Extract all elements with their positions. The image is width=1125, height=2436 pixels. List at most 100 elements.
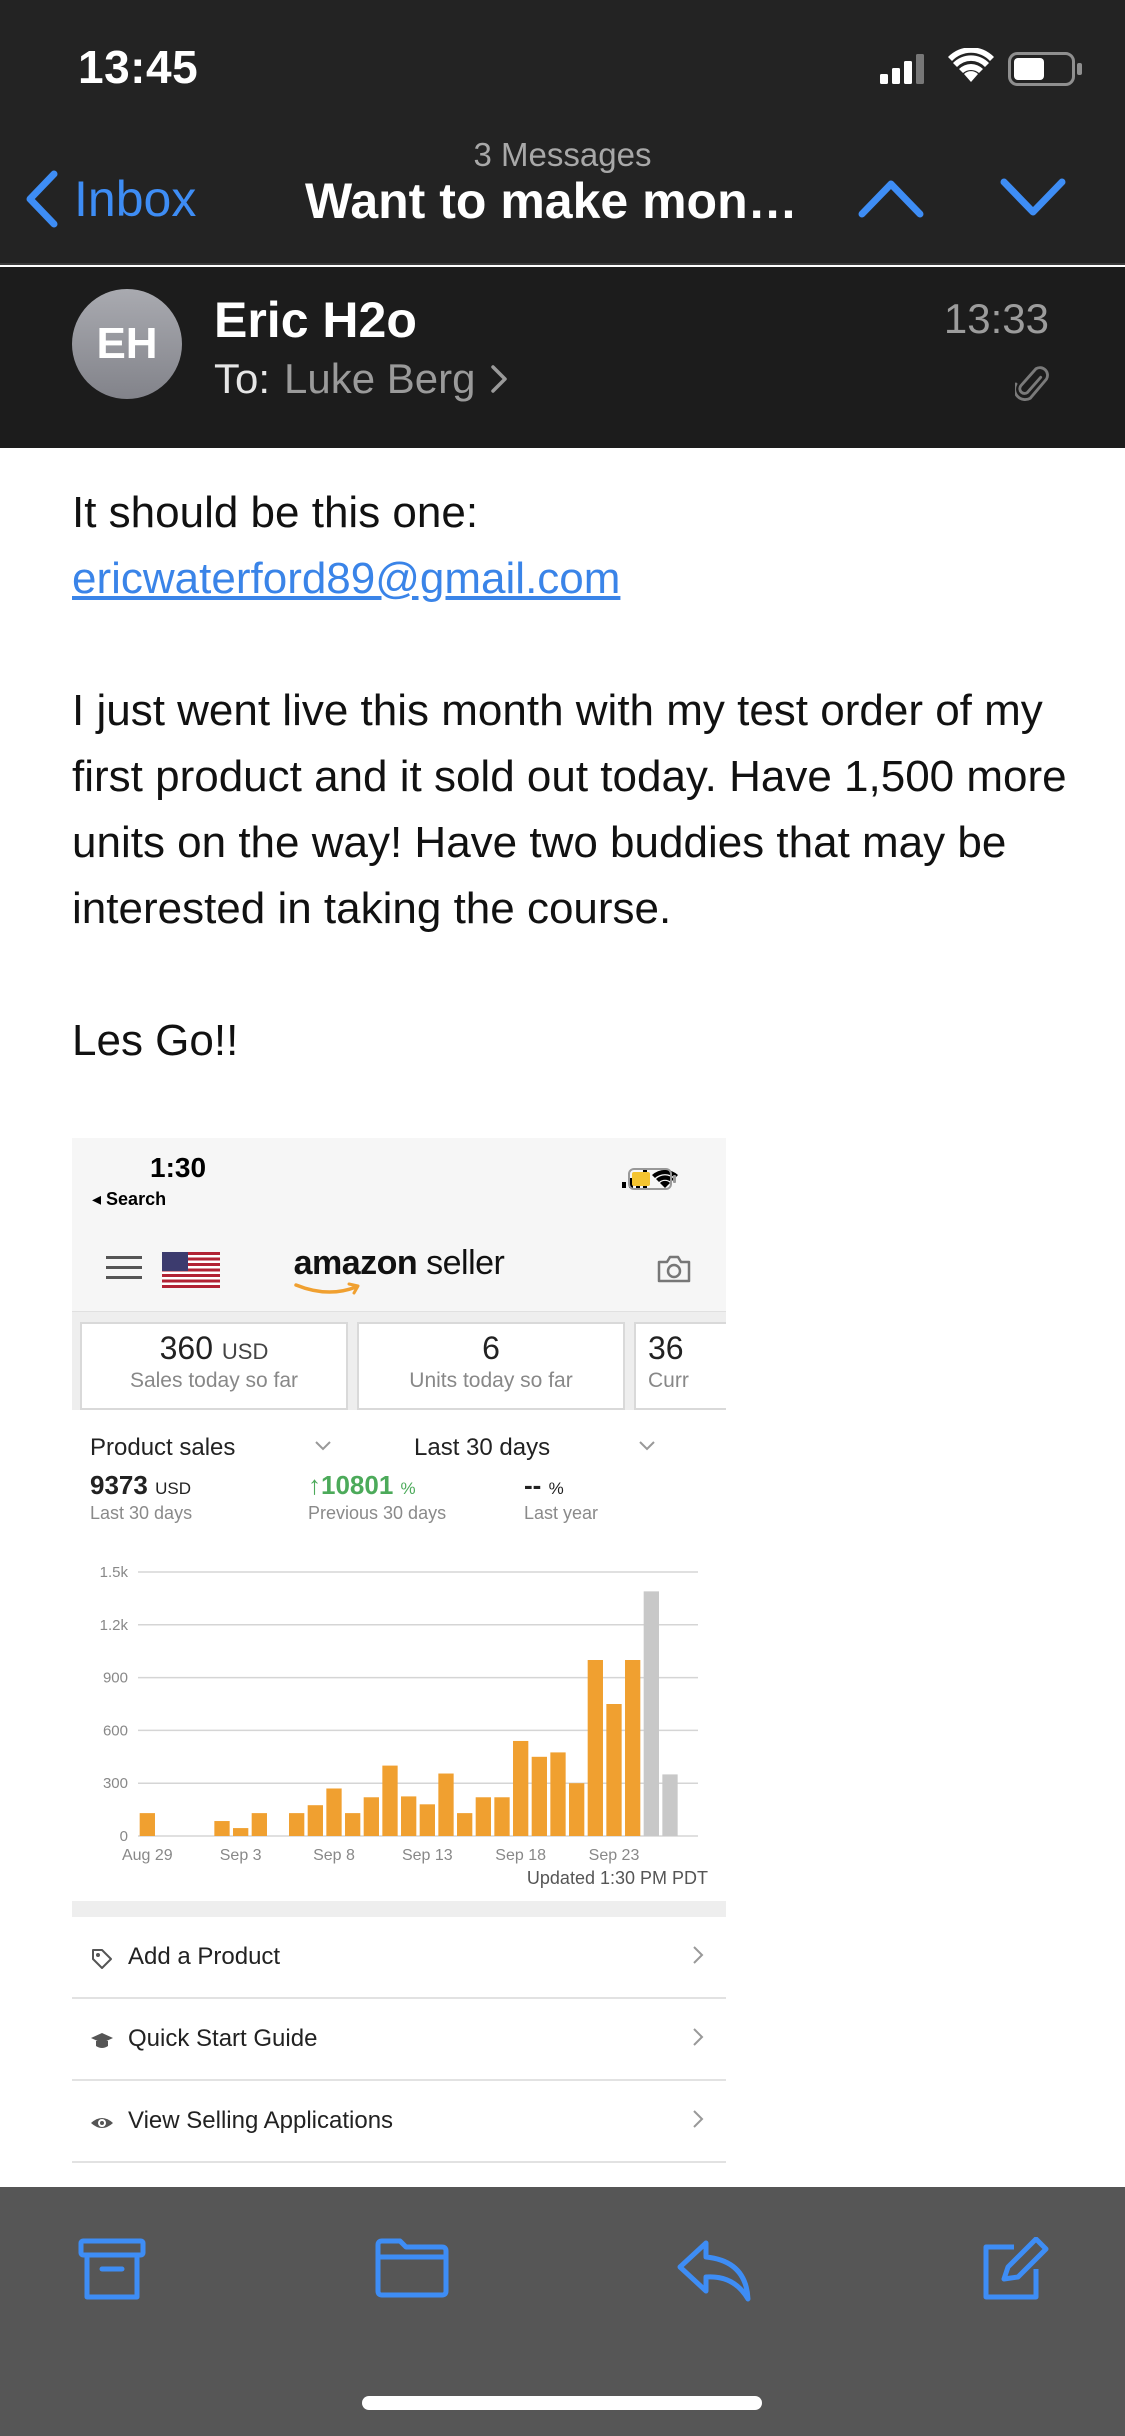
chart-bar	[307, 1805, 323, 1836]
body-signoff: Les Go!!	[72, 1016, 239, 1065]
chart-bar	[382, 1765, 398, 1836]
stat-last-year: -- % Last year	[524, 1470, 599, 1523]
chevron-right-icon	[693, 1946, 704, 1964]
chevron-up-icon[interactable]	[858, 178, 924, 218]
back-button-label: Inbox	[74, 171, 197, 227]
body-paragraph: I just went live this month with my test…	[72, 686, 1067, 933]
chart-bar	[494, 1797, 510, 1836]
kpi-value: 6	[482, 1330, 500, 1366]
recipient-name: Luke Berg	[284, 355, 476, 402]
chart-updated-label: Updated 1:30 PM PDT	[526, 1868, 708, 1888]
chart-bar	[606, 1704, 622, 1836]
tag-icon	[92, 1949, 112, 1969]
x-tick-label: Sep 3	[220, 1847, 262, 1864]
home-indicator[interactable]	[362, 2396, 762, 2410]
archive-icon[interactable]	[78, 2237, 146, 2303]
chart-bar	[233, 1828, 249, 1836]
chart-bar	[214, 1821, 230, 1836]
sender-name[interactable]: Eric H2o	[214, 291, 417, 349]
graduation-cap-icon	[91, 2033, 113, 2048]
email-link[interactable]: ericwaterford89@gmail.com	[72, 554, 620, 603]
brand-rest: seller	[417, 1244, 505, 1282]
kpi-value: 36	[648, 1330, 684, 1366]
kpi-label: Sales today so far	[129, 1369, 299, 1392]
x-tick-label: Sep 18	[495, 1847, 546, 1864]
chart-bar	[587, 1660, 603, 1836]
screenshot-battery-icon	[628, 1168, 676, 1190]
stat-last-30: 9373 USD Last 30 days	[90, 1470, 193, 1523]
nav-bar: 3 Messages Inbox Want to make money onli…	[0, 130, 1125, 265]
chevron-down-icon[interactable]	[1000, 178, 1066, 218]
stat-previous-30: ↑10801 % Previous 30 days	[308, 1470, 447, 1523]
email-body: It should be this one: ericwaterford89@g…	[72, 480, 1072, 1074]
chart-bar	[363, 1797, 379, 1836]
kpi-row: 360 USD Sales today so far 6 Units today…	[72, 1312, 726, 1410]
chart-bar	[625, 1660, 641, 1836]
chart-bar	[438, 1773, 454, 1836]
avatar[interactable]: EH	[72, 289, 182, 399]
chevron-right-icon	[693, 2110, 704, 2128]
kpi-card-units[interactable]: 6 Units today so far	[357, 1322, 625, 1410]
embedded-screenshot[interactable]: 1:30 ◂ Search amazon seller 360 USD Sale…	[72, 1138, 726, 2188]
chart-bar	[251, 1813, 267, 1836]
selling-applications-row[interactable]: View Selling Applications	[72, 2081, 726, 2163]
x-tick-label: Sep 8	[313, 1847, 355, 1864]
thread-count: 3 Messages	[473, 136, 652, 173]
chart-bar	[475, 1797, 491, 1836]
screenshot-time: 1:30	[150, 1152, 207, 1183]
screenshot-back-label: ◂ Search	[92, 1189, 167, 1209]
thread-subject: Want to make money online	[305, 173, 825, 229]
wifi-icon	[948, 48, 994, 82]
camera-icon[interactable]	[656, 1254, 692, 1284]
y-tick-label: 900	[103, 1670, 128, 1687]
metric-select[interactable]: Product sales	[90, 1434, 235, 1462]
chart-bar	[643, 1591, 659, 1836]
screenshot-app-header: amazon seller	[72, 1218, 726, 1312]
chevron-right-icon	[490, 365, 507, 393]
recipient-line[interactable]: To: Luke Berg	[214, 355, 508, 403]
chart-bar	[569, 1783, 585, 1836]
chart-bar	[139, 1813, 155, 1836]
eye-icon	[91, 2118, 113, 2128]
amazon-seller-logo: amazon seller	[72, 1244, 726, 1283]
signal-icon	[880, 54, 924, 84]
sent-time: 13:33	[943, 295, 1049, 342]
sales-bar-chart: 0 300 600 900 1.2k 1.5k Aug 29 Sep 3 Sep 8 Sep 13…	[100, 1564, 698, 1864]
x-tick-label: Sep 23	[589, 1847, 640, 1864]
y-tick-label: 600	[103, 1722, 128, 1739]
back-button[interactable]: Inbox	[24, 170, 196, 228]
chevron-left-icon	[26, 170, 58, 228]
screenshot-status-bar: 1:30 ◂ Search	[72, 1138, 726, 1218]
compose-icon[interactable]	[980, 2237, 1050, 2303]
chart-bar	[662, 1774, 678, 1836]
chart-bar	[513, 1740, 529, 1836]
link-label: View Selling Applications	[128, 2107, 394, 2134]
y-tick-label: 1.5k	[100, 1564, 129, 1581]
kpi-value: 360 USD	[159, 1330, 269, 1366]
x-tick-label: Sep 13	[402, 1847, 453, 1864]
kpi-card-sales[interactable]: 360 USD Sales today so far	[80, 1322, 348, 1410]
arrow-up-icon: ↑	[308, 1470, 321, 1500]
chart-bar	[401, 1796, 417, 1836]
chart-bar	[457, 1813, 473, 1836]
body-line: It should be this one:	[72, 488, 479, 537]
y-tick-label: 0	[120, 1828, 128, 1845]
kpi-label: Units today so far	[409, 1369, 573, 1392]
range-select[interactable]: Last 30 days	[414, 1434, 550, 1462]
chevron-right-icon	[693, 2028, 704, 2046]
kpi-card-current[interactable]: 36 Curr	[634, 1322, 726, 1410]
paperclip-icon	[1015, 366, 1049, 401]
reply-icon[interactable]	[676, 2237, 752, 2303]
folder-icon[interactable]	[374, 2237, 450, 2299]
message-header: EH Eric H2o To: Luke Berg 13:33	[0, 267, 1125, 448]
y-tick-label: 300	[103, 1775, 128, 1792]
amazon-smile-icon	[294, 1282, 360, 1295]
chart-bar	[419, 1804, 435, 1836]
chart-bar	[531, 1756, 547, 1836]
y-tick-label: 1.2k	[100, 1617, 129, 1634]
kpi-label: Curr	[648, 1369, 689, 1392]
quick-start-guide-row[interactable]: Quick Start Guide	[72, 1999, 726, 2081]
link-label: Add a Product	[128, 1943, 281, 1970]
add-product-row[interactable]: Add a Product	[72, 1917, 726, 1999]
battery-icon	[1008, 52, 1082, 86]
